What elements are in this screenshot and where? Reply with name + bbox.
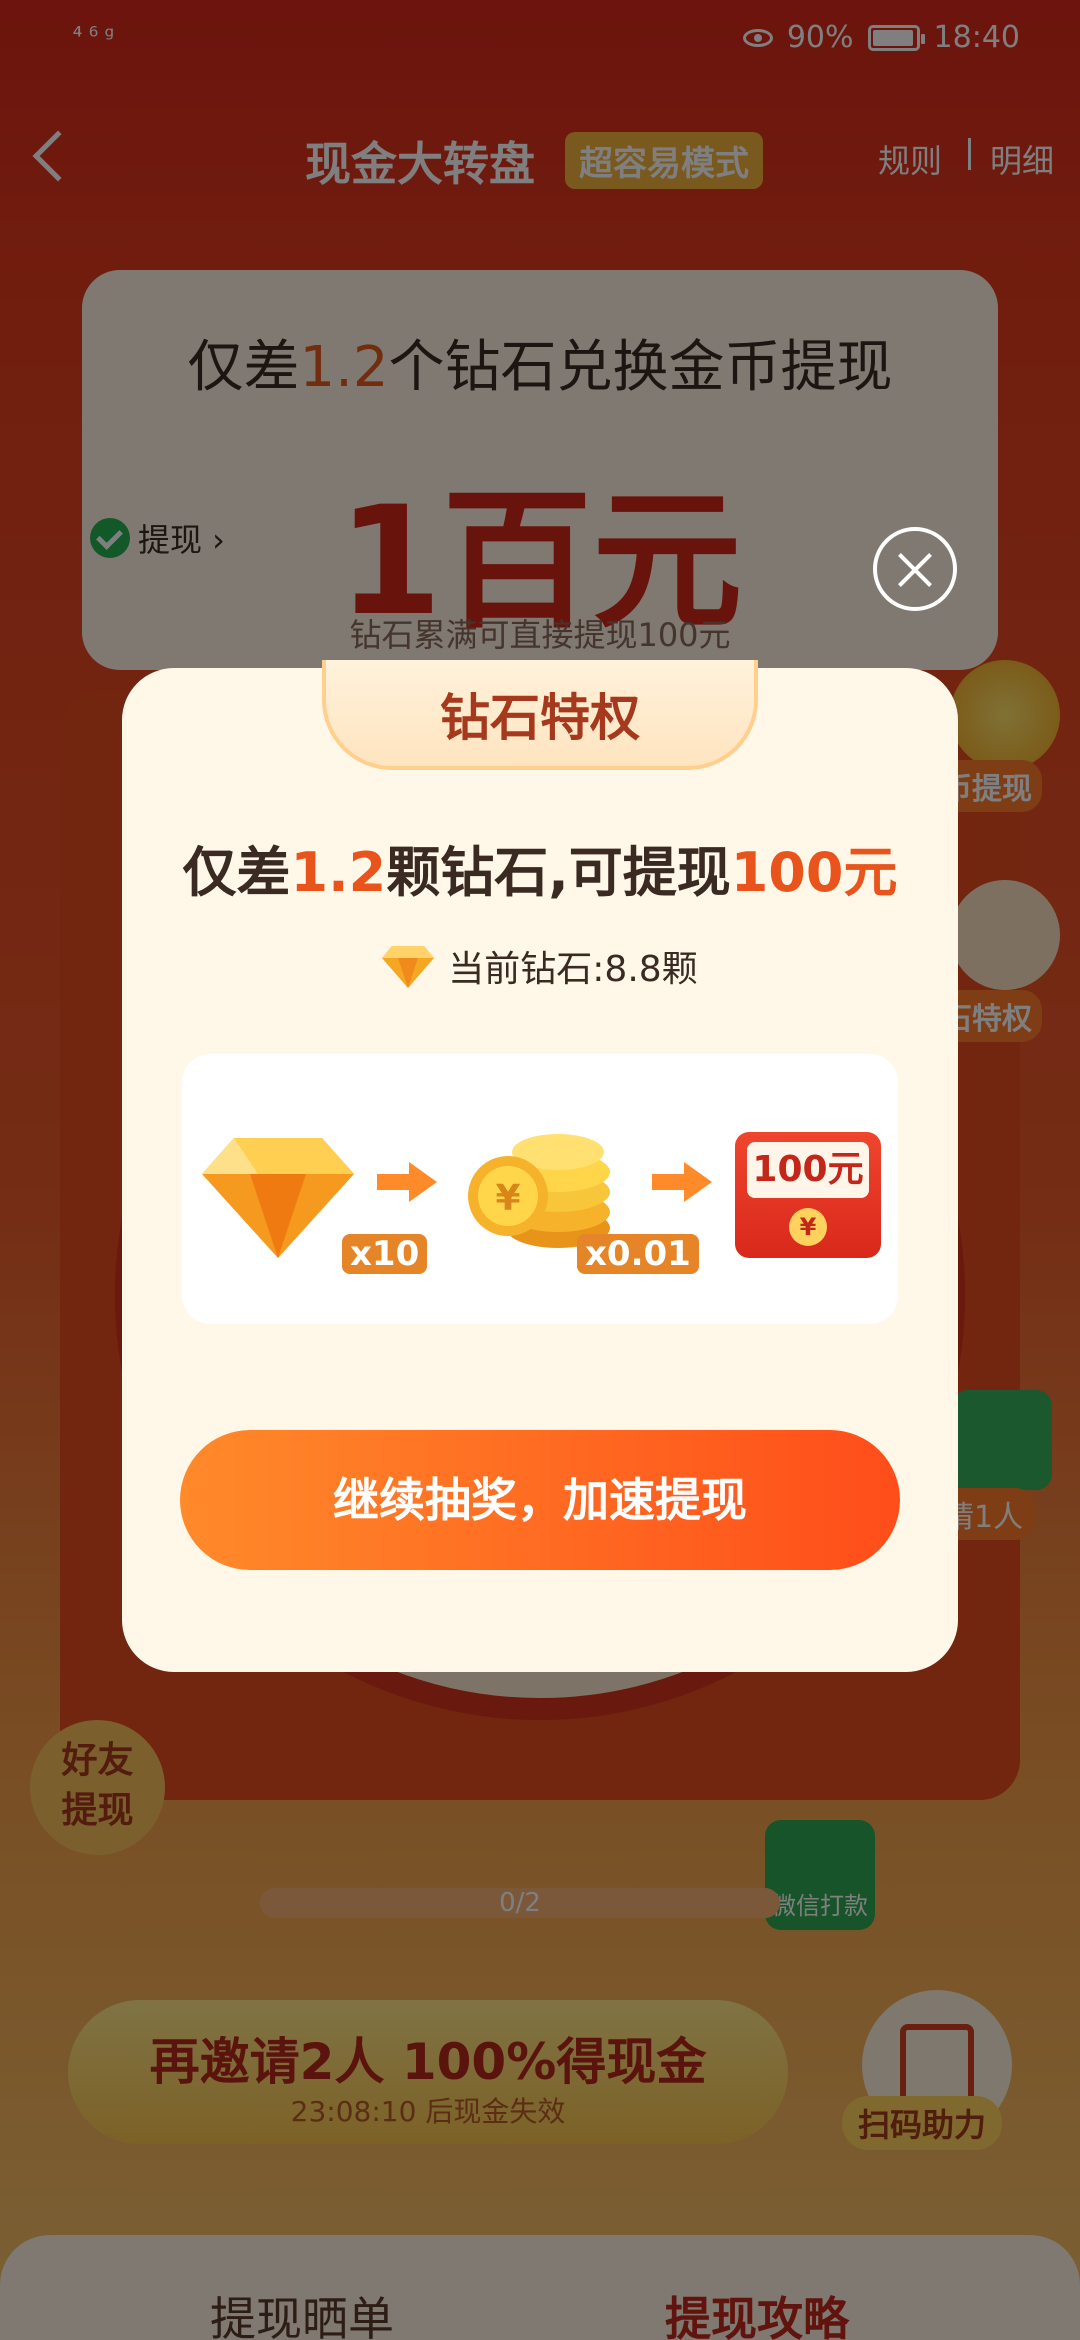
current-diamonds-label: 当前钻石:8.8颗 <box>448 949 698 990</box>
diamond-icon <box>382 946 435 988</box>
continue-draw-button[interactable]: 继续抽奖，加速提现 <box>180 1430 900 1570</box>
diamond-icon <box>202 1138 354 1258</box>
gem-quantity: x10 <box>342 1234 428 1274</box>
coin-quantity: x0.01 <box>577 1234 699 1274</box>
current-diamonds: 当前钻石:8.8颗 <box>122 940 958 992</box>
envelope-amount: 100元 <box>747 1142 869 1198</box>
dialog-headline-mid: 颗钻石,可提现 <box>386 841 731 904</box>
diamond-privilege-dialog: 钻石特权 仅差1.2颗钻石,可提现100元 当前钻石:8.8颗 x10 ¥ x0… <box>122 660 958 1672</box>
arrow-right-icon <box>652 1162 712 1202</box>
envelope-seal: ¥ <box>789 1208 827 1246</box>
dialog-headline-number: 1.2 <box>290 841 387 904</box>
arrow-right-icon <box>377 1162 437 1202</box>
dialog-headline-amount: 100元 <box>730 841 898 904</box>
red-envelope-icon: 100元 ¥ <box>735 1132 881 1258</box>
dialog-headline-prefix: 仅差 <box>182 841 291 904</box>
dialog-headline: 仅差1.2颗钻石,可提现100元 <box>122 828 958 907</box>
dialog-title-tab: 钻石特权 <box>322 660 758 770</box>
exchange-flow: x10 ¥ x0.01 100元 ¥ <box>182 1054 898 1324</box>
dialog-title: 钻石特权 <box>440 689 640 747</box>
svg-text:¥: ¥ <box>495 1178 520 1219</box>
close-icon[interactable] <box>873 527 957 611</box>
